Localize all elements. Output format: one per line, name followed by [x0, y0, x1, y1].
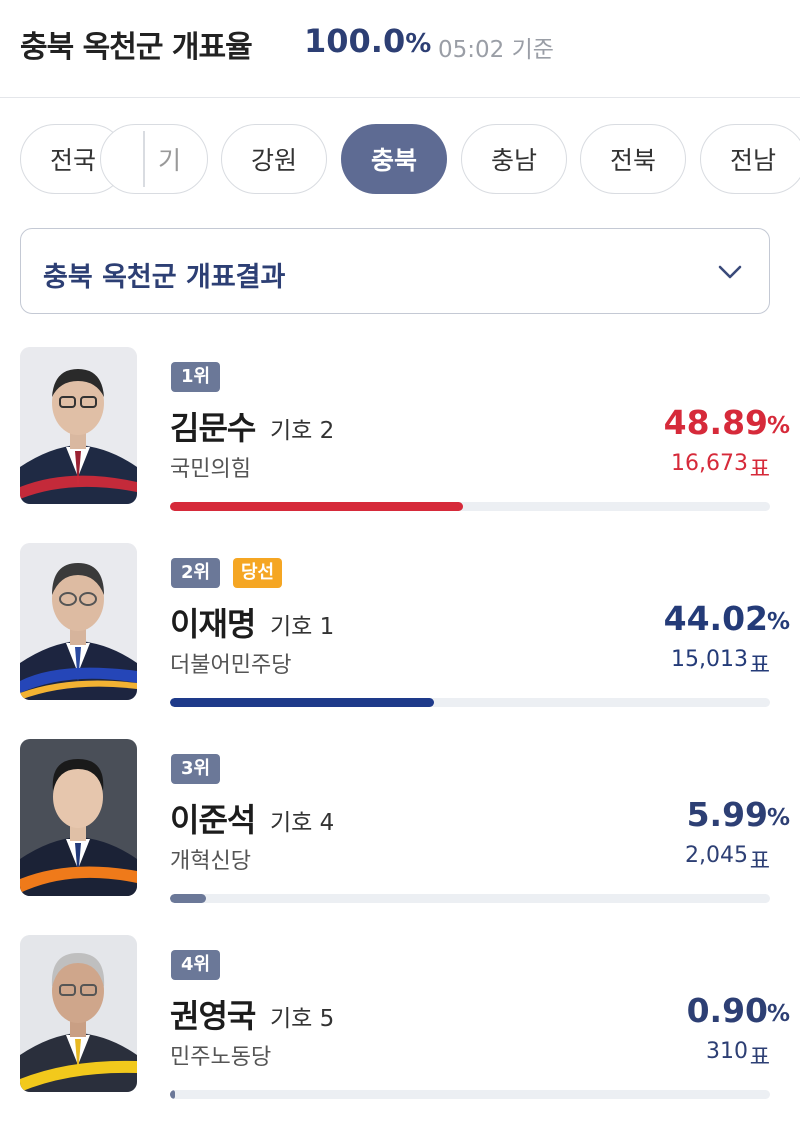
candidate-name: 이재명 — [170, 605, 256, 643]
elected-badge: 당선 — [233, 558, 283, 588]
tab-region[interactable]: 기 — [100, 124, 208, 194]
vote-count: 16,673 — [671, 451, 748, 476]
tab-label: 충남 — [490, 146, 537, 175]
candidate-party: 개혁신당 — [170, 849, 251, 874]
vote-count: 310 — [706, 1039, 748, 1064]
update-time: 05:02 기준 — [438, 37, 554, 63]
tab-label: 강원 — [250, 146, 297, 175]
vote-bar-fill — [170, 698, 435, 707]
vote-bar — [170, 894, 770, 903]
vote-percent: 48.89 — [663, 403, 768, 442]
vote-percent: 44.02 — [663, 599, 768, 638]
candidate-row[interactable]: 2위 당선 이재명 기호 1 더불어민주당 44.02 % 15,013 표 — [0, 543, 800, 723]
rank-badge: 2위 — [171, 558, 221, 588]
candidate-photo — [20, 543, 137, 700]
vote-count: 2,045 — [685, 843, 748, 868]
vote-count: 15,013 — [671, 647, 748, 672]
candidate-row[interactable]: 1위 김문수 기호 2 국민의힘 48.89 % 16,673 표 — [0, 347, 800, 527]
candidate-number: 기호 5 — [270, 1006, 335, 1032]
vote-count-unit: 표 — [749, 457, 770, 482]
vote-percent: 0.90 — [686, 991, 768, 1030]
candidate-portrait — [20, 739, 137, 896]
candidate-row[interactable]: 3위 이준석 기호 4 개혁신당 5.99 % 2,045 표 — [0, 739, 800, 919]
dropdown-label: 충북 옥천군 개표결과 — [43, 262, 286, 293]
vote-percent-unit: % — [766, 1001, 790, 1027]
candidate-photo — [20, 739, 137, 896]
tab-label: 기 — [157, 146, 181, 175]
result-dropdown[interactable]: 충북 옥천군 개표결과 — [20, 228, 770, 314]
candidate-portrait — [20, 935, 137, 1092]
vote-percent-unit: % — [766, 413, 790, 439]
tab-region-active[interactable]: 충북 — [341, 124, 447, 194]
rank-badge: 1위 — [171, 362, 221, 392]
candidate-name: 이준석 — [170, 801, 256, 839]
candidate-party: 더불어민주당 — [170, 653, 292, 678]
candidate-party: 민주노동당 — [170, 1045, 272, 1070]
tab-region[interactable]: 전북 — [580, 124, 686, 194]
count-rate: 100.0% — [304, 22, 431, 60]
tab-region[interactable]: 강원 — [221, 124, 327, 194]
rank-badge: 3위 — [171, 754, 221, 784]
vote-count-unit: 표 — [749, 1045, 770, 1070]
vote-bar — [170, 698, 770, 707]
vote-count-unit: 표 — [749, 653, 770, 678]
candidate-name: 김문수 — [170, 409, 256, 447]
vote-bar — [170, 1090, 770, 1099]
tab-label: 전국 — [49, 146, 96, 175]
tab-label: 충북 — [370, 146, 417, 175]
rank-badge: 4위 — [171, 950, 221, 980]
vote-bar-fill — [170, 894, 206, 903]
vote-percent-unit: % — [766, 805, 790, 831]
tab-label: 전남 — [729, 146, 776, 175]
vote-bar — [170, 502, 770, 511]
count-rate-unit: % — [405, 29, 432, 59]
vote-percent-unit: % — [766, 609, 790, 635]
tab-region[interactable]: 전남 — [700, 124, 800, 194]
candidate-number: 기호 2 — [270, 418, 335, 444]
candidate-portrait — [20, 543, 137, 700]
tab-divider — [143, 131, 145, 187]
candidate-photo — [20, 935, 137, 1092]
page-header: 충북 옥천군 개표율 100.0% 05:02 기준 — [0, 0, 800, 98]
region-tabs: 전국 기 강원 충북 충남 전북 전남 — [0, 124, 800, 194]
candidate-number: 기호 4 — [270, 810, 335, 836]
candidate-photo — [20, 347, 137, 504]
vote-bar-fill — [170, 502, 464, 511]
candidate-portrait — [20, 347, 137, 504]
vote-bar-fill — [170, 1090, 176, 1099]
tab-label: 전북 — [609, 146, 656, 175]
count-rate-value: 100.0 — [304, 22, 406, 60]
candidate-party: 국민의힘 — [170, 457, 251, 482]
tab-region[interactable]: 충남 — [461, 124, 567, 194]
vote-percent: 5.99 — [686, 795, 768, 834]
candidate-row[interactable]: 4위 권영국 기호 5 민주노동당 0.90 % 310 표 — [0, 935, 800, 1115]
vote-count-unit: 표 — [749, 849, 770, 874]
candidate-name: 권영국 — [170, 997, 256, 1035]
chevron-down-icon — [718, 265, 742, 279]
candidate-number: 기호 1 — [270, 614, 335, 640]
page-title: 충북 옥천군 개표율 — [20, 30, 253, 65]
